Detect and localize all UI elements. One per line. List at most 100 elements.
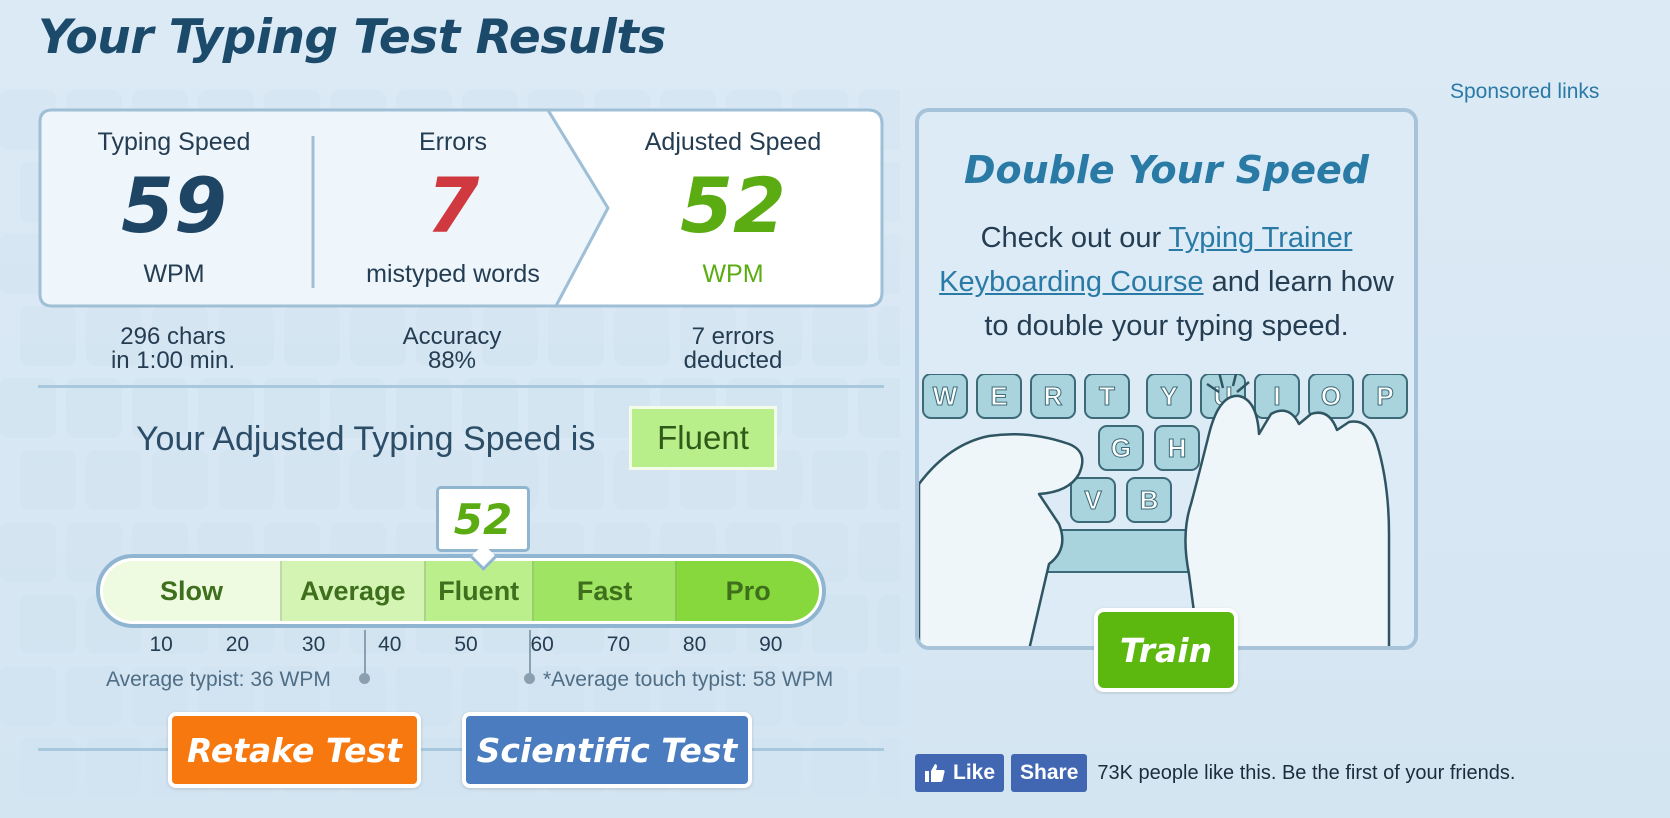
background-key — [878, 450, 900, 510]
svg-text:E: E — [990, 381, 1007, 411]
tick-label: 60 — [530, 633, 554, 656]
key-h: H — [1154, 425, 1200, 471]
scale-segment-slow: Slow — [103, 561, 282, 621]
errors-deducted-label: deducted — [683, 347, 783, 374]
tick-label: 90 — [759, 633, 783, 656]
svg-text:Y: Y — [1160, 381, 1177, 411]
promo-title: Double Your Speed — [964, 148, 1369, 192]
accuracy-value: 88% — [427, 347, 477, 374]
key-o: O — [1308, 374, 1354, 419]
key-t: T — [1084, 374, 1130, 419]
background-key — [284, 450, 340, 510]
svg-text:G: G — [1111, 433, 1131, 463]
scale-ticks: 10 20 30 40 50 60 70 80 90 — [0, 633, 900, 663]
tick-label: 10 — [149, 633, 173, 656]
adjusted-speed-value: 52 — [680, 161, 786, 250]
divider — [38, 385, 884, 388]
key-p: P — [1362, 374, 1408, 419]
accuracy-label: Accuracy — [402, 323, 502, 350]
train-button[interactable]: Train — [1094, 608, 1238, 692]
average-touch-typist-label: *Average touch typist: 58 WPM — [543, 668, 834, 691]
tick-label: 80 — [682, 633, 707, 656]
errors-deducted-count: 7 errors — [691, 323, 775, 350]
tick-label: 30 — [301, 633, 326, 656]
key-e: E — [976, 374, 1022, 419]
key-g: G — [1098, 425, 1144, 471]
adjusted-speed-label: Adjusted Speed — [644, 128, 822, 156]
background-key — [878, 738, 900, 798]
typing-speed-stat: Typing Speed 59 WPM — [49, 108, 299, 308]
key-y: Y — [1146, 374, 1192, 419]
facebook-like-button[interactable]: Like — [915, 754, 1005, 792]
errors-label: Errors — [418, 128, 488, 156]
average-typist-label: Average typist: 36 WPM — [106, 668, 331, 691]
average-touch-typist-dot — [524, 673, 535, 684]
sponsored-links-link[interactable]: Sponsored links — [1450, 80, 1599, 104]
background-key — [812, 738, 868, 798]
background-key — [548, 450, 604, 510]
bottom-divider — [38, 748, 884, 751]
deduction-detail: 7 errors deducted — [608, 325, 858, 373]
svg-text:O: O — [1321, 381, 1341, 411]
svg-text:V: V — [1084, 485, 1102, 515]
level-statement: Your Adjusted Typing Speed is — [136, 420, 596, 458]
average-typist-dot — [359, 673, 370, 684]
key-w: W — [922, 374, 968, 419]
scale-segment-fluent: Fluent — [425, 561, 534, 621]
background-key — [86, 738, 142, 798]
errors-unit: mistyped words — [366, 260, 540, 288]
tick-label: 50 — [454, 633, 478, 656]
svg-text:T: T — [1099, 381, 1115, 411]
facebook-bar: Like Share 73K people like this. Be the … — [915, 754, 1515, 792]
errors-value: 7 — [426, 161, 480, 250]
background-key — [746, 738, 802, 798]
background-key — [20, 738, 76, 798]
average-touch-typist-line — [529, 630, 531, 678]
svg-text:B: B — [1140, 485, 1159, 515]
average-typist-line — [364, 630, 366, 678]
scale-segment-pro: Pro — [677, 561, 819, 621]
speed-scale: Slow Average Fluent Fast Pro — [96, 554, 826, 628]
accuracy-detail: Accuracy 88% — [327, 325, 577, 373]
speed-marker: 52 — [436, 486, 530, 552]
background-key — [20, 450, 76, 510]
scientific-test-button[interactable]: Scientific Test — [462, 712, 752, 788]
tick-label: 70 — [606, 633, 631, 656]
svg-text:R: R — [1044, 381, 1063, 411]
tick-label: 20 — [225, 633, 250, 656]
background-key — [878, 306, 900, 366]
key-r: R — [1030, 374, 1076, 419]
background-key — [218, 450, 274, 510]
page-title: Your Typing Test Results — [38, 10, 666, 65]
background-key — [858, 666, 900, 726]
promo-text: Check out our Typing Trainer Keyboarding… — [939, 216, 1394, 348]
key-v: V — [1070, 477, 1116, 523]
background-key — [0, 522, 56, 582]
key-b: B — [1126, 477, 1172, 523]
promo-text-before: Check out our — [980, 222, 1169, 254]
left-hand — [919, 432, 1084, 646]
level-badge: Fluent — [629, 406, 777, 470]
adjusted-speed-unit: WPM — [702, 260, 764, 288]
svg-text:W: W — [933, 381, 958, 411]
background-key — [86, 450, 142, 510]
time-taken: in 1:00 min. — [110, 347, 236, 374]
errors-stat: Errors 7 mistyped words — [328, 108, 578, 308]
typing-speed-value: 59 — [121, 161, 227, 250]
chars-detail: 296 chars in 1:00 min. — [48, 325, 298, 373]
svg-text:I: I — [1273, 381, 1280, 411]
tick-label: 40 — [378, 633, 402, 656]
facebook-like-count: 73K people like this. Be the first of yo… — [1097, 761, 1516, 784]
chars-count: 296 chars — [120, 323, 226, 350]
background-key — [0, 666, 56, 726]
promo-panel: Double Your Speed Check out our Typing T… — [915, 108, 1418, 650]
results-card: Typing Speed 59 WPM Errors 7 mistyped wo… — [38, 108, 884, 308]
typing-speed-unit: WPM — [143, 260, 205, 288]
thumbs-up-icon — [925, 764, 945, 782]
retake-test-button[interactable]: Retake Test — [168, 712, 421, 788]
background-key — [812, 450, 868, 510]
facebook-share-button[interactable]: Share — [1011, 754, 1088, 792]
scale-segment-average: Average — [282, 561, 426, 621]
adjusted-speed-stat: Adjusted Speed 52 WPM — [608, 108, 858, 308]
like-label: Like — [953, 761, 996, 784]
